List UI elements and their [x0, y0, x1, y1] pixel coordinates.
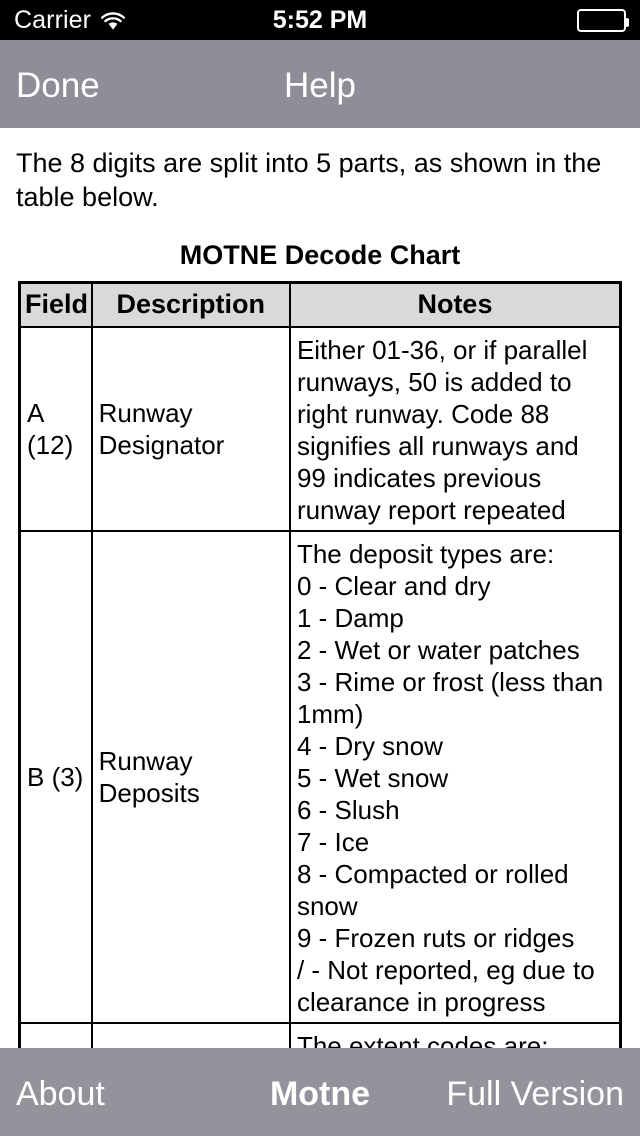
table-row: The extent codes are: 1 - 10% or less of…: [18, 1021, 622, 1048]
table-header: Field Description Notes: [18, 281, 622, 328]
column-header-field: Field: [18, 281, 93, 328]
status-bar-right: [577, 0, 629, 40]
app-screen: Carrier 5:52 PM Done Help The 8 digits a…: [0, 0, 640, 1136]
status-bar: Carrier 5:52 PM: [0, 0, 640, 40]
cell-field: [18, 1021, 93, 1048]
cell-description: Runway Designator: [90, 325, 291, 532]
cell-notes: The deposit types are: 0 - Clear and dry…: [288, 529, 622, 1024]
cell-description: [90, 1021, 291, 1048]
table-row: A (12) Runway Designator Either 01-36, o…: [18, 325, 622, 532]
status-bar-time: 5:52 PM: [272, 6, 368, 34]
battery-full-icon: [577, 8, 629, 32]
cell-description: Runway Deposits: [90, 529, 291, 1024]
help-content-scroll[interactable]: The 8 digits are split into 5 parts, as …: [0, 128, 640, 1048]
intro-paragraph: The 8 digits are split into 5 parts, as …: [16, 148, 602, 212]
cell-notes: Either 01-36, or if parallel runways, 50…: [288, 325, 622, 532]
decode-chart-title: MOTNE Decode Chart: [179, 240, 461, 270]
motne-decode-table: Field Description Notes A (12) Runway De…: [18, 281, 622, 1048]
full-version-button[interactable]: Full Version: [446, 1048, 624, 1136]
cell-field: A (12): [18, 325, 93, 532]
cell-notes: The extent codes are: 1 - 10% or less of…: [288, 1021, 622, 1048]
cell-field: B (3): [18, 529, 93, 1024]
column-header-description: Description: [90, 281, 291, 328]
column-header-notes: Notes: [288, 281, 622, 328]
page-title: Help: [284, 66, 356, 105]
bottom-toolbar: About Motne Full Version: [0, 1048, 640, 1136]
table-row: B (3) Runway Deposits The deposit types …: [18, 529, 622, 1024]
table-header-row: Field Description Notes: [18, 281, 622, 328]
battery-cap: [626, 17, 629, 27]
navigation-bar: Done Help: [0, 40, 640, 128]
table-body: A (12) Runway Designator Either 01-36, o…: [18, 325, 622, 1048]
